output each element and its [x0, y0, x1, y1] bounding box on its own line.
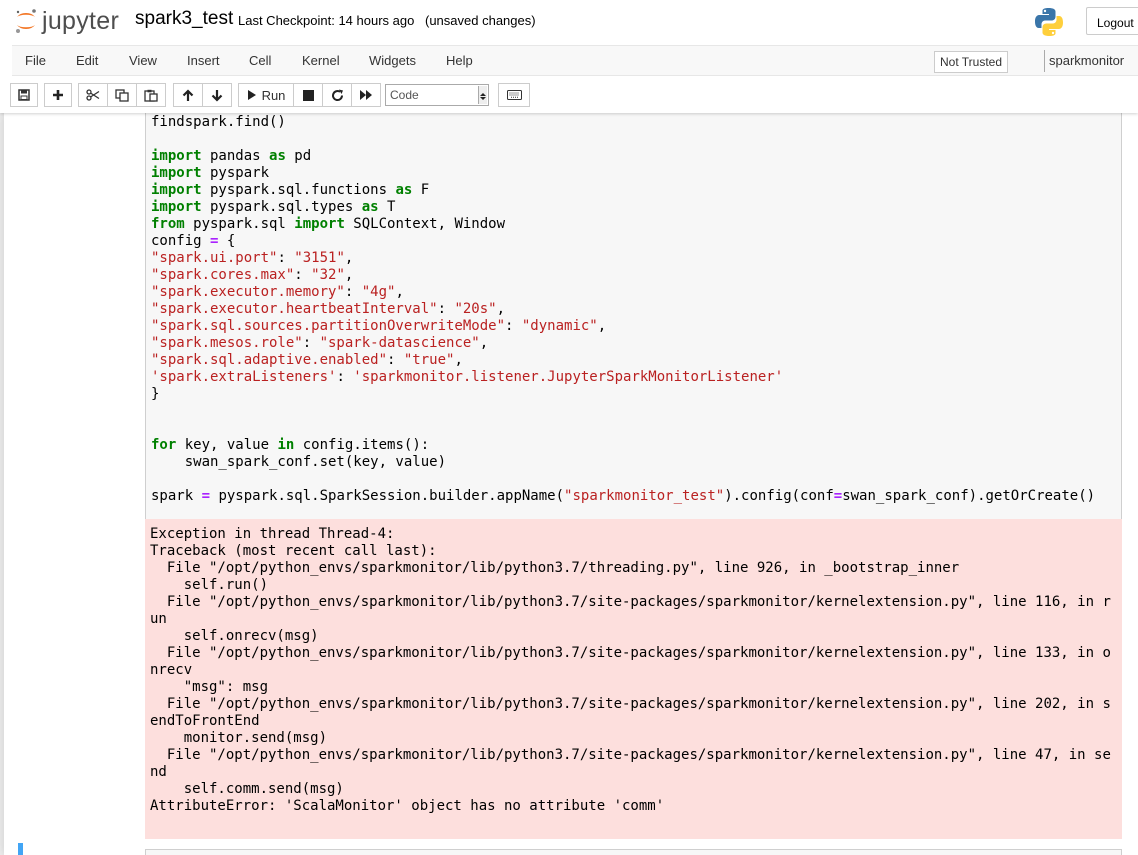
copy-button[interactable]	[107, 83, 137, 107]
select-arrows-icon	[478, 86, 487, 104]
code-editor[interactable]: findspark.init('/mnt/nfs-spark/spark_3.0…	[151, 113, 1095, 505]
menu-kernel[interactable]: Kernel	[302, 53, 340, 68]
stop-icon	[302, 89, 314, 101]
command-palette-button[interactable]	[498, 83, 530, 107]
python-logo-icon	[1035, 8, 1063, 36]
keyboard-icon	[506, 90, 522, 100]
paste-button[interactable]	[136, 83, 166, 107]
menu-help[interactable]: Help	[446, 53, 473, 68]
copy-icon	[115, 88, 129, 102]
arrow-up-icon	[182, 88, 194, 101]
save-button[interactable]	[10, 83, 38, 107]
autosave-status: (unsaved changes)	[425, 13, 536, 28]
insert-cell-button[interactable]	[44, 83, 72, 107]
code-cell-input[interactable]: findspark.init('/mnt/nfs-spark/spark_3.0…	[145, 113, 1122, 521]
toolbar: Run Code	[0, 83, 1138, 109]
save-icon	[18, 89, 30, 101]
restart-icon	[331, 89, 343, 101]
cell-type-value: Code	[390, 88, 419, 102]
menu-widgets[interactable]: Widgets	[369, 53, 416, 68]
next-selected-cell[interactable]	[18, 843, 1134, 855]
jupyter-logo-icon	[16, 9, 36, 33]
cut-button[interactable]	[78, 83, 108, 107]
run-button[interactable]: Run	[238, 83, 294, 107]
error-traceback: Exception in thread Thread-4: Traceback …	[150, 526, 1111, 814]
cell-type-select[interactable]: Code	[385, 84, 489, 106]
next-cell-input[interactable]	[145, 849, 1122, 855]
notebook-name[interactable]: spark3_test	[135, 8, 233, 30]
jupyter-logo-text: jupyter	[42, 6, 120, 35]
cut-icon	[86, 89, 100, 101]
menu-cell[interactable]: Cell	[249, 53, 271, 68]
notebook-area[interactable]: findspark.init('/mnt/nfs-spark/spark_3.0…	[0, 113, 1138, 855]
top-bar: jupyter spark3_test Last Checkpoint: 14 …	[0, 0, 1138, 44]
restart-run-all-button[interactable]	[351, 83, 381, 107]
cell-error-output: Exception in thread Thread-4: Traceback …	[145, 519, 1122, 839]
checkpoint-status: Last Checkpoint: 14 hours ago	[238, 13, 415, 28]
menu-edit[interactable]: Edit	[76, 53, 98, 68]
paste-icon	[144, 89, 158, 102]
not-trusted-indicator[interactable]: Not Trusted	[934, 51, 1009, 73]
menubar: File Edit View Insert Cell Kernel Widget…	[12, 45, 1138, 76]
restart-button[interactable]	[322, 83, 352, 107]
interrupt-button[interactable]	[293, 83, 323, 107]
notebook-header: jupyter spark3_test Last Checkpoint: 14 …	[0, 0, 1138, 113]
move-down-button[interactable]	[202, 83, 232, 107]
kernel-name: sparkmonitor	[1049, 53, 1125, 68]
plus-icon	[53, 90, 63, 100]
kernel-indicator-divider	[1044, 50, 1045, 72]
fast-forward-icon	[360, 90, 372, 100]
logout-button[interactable]: Logout	[1086, 7, 1138, 35]
menu-file[interactable]: File	[25, 53, 46, 68]
play-icon	[247, 90, 256, 100]
menu-view[interactable]: View	[129, 53, 157, 68]
arrow-down-icon	[211, 89, 223, 102]
run-button-label: Run	[261, 87, 286, 103]
menu-insert[interactable]: Insert	[187, 53, 220, 68]
move-up-button[interactable]	[173, 83, 203, 107]
jupyter-logo[interactable]: jupyter	[13, 6, 119, 36]
